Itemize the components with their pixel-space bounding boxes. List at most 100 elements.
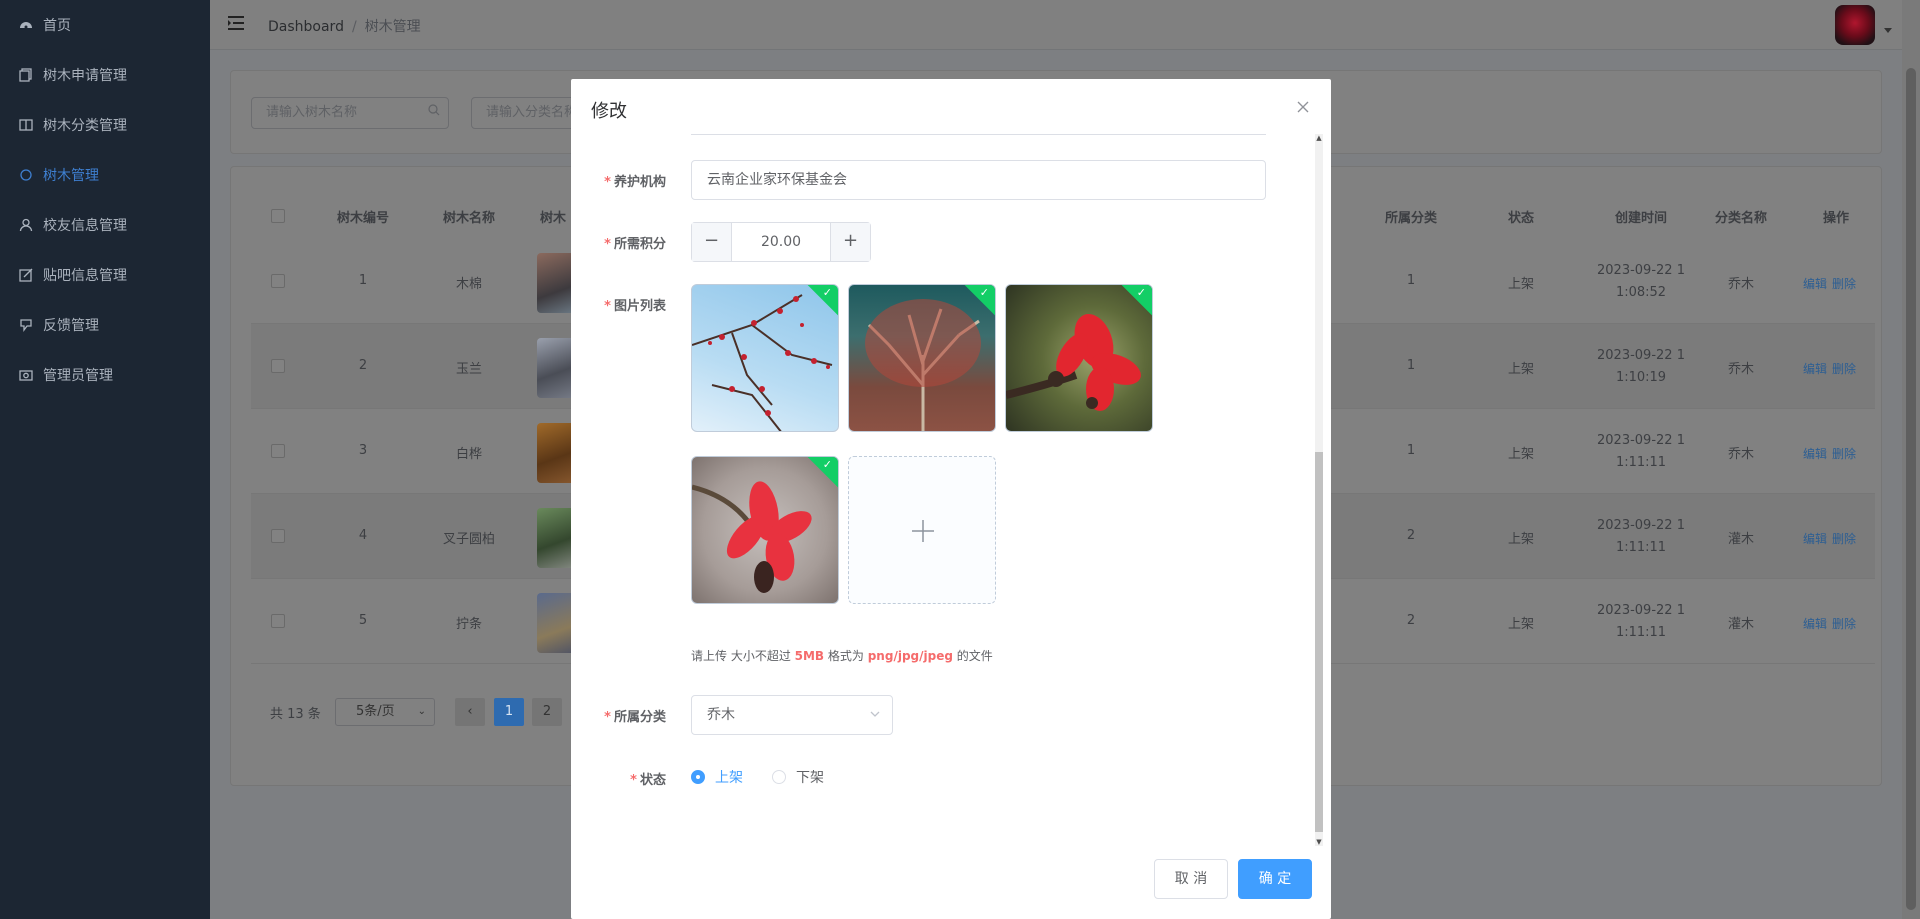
header-tree-id: 树木编号 — [336, 211, 389, 226]
sidebar-item-label: 贴吧信息管理 — [43, 268, 127, 284]
cell-id: 4 — [358, 528, 368, 543]
status-off-label: 下架 — [796, 770, 824, 786]
tree-name-search-input[interactable]: 请输入树木名称 — [251, 97, 449, 129]
row-checkbox[interactable] — [271, 359, 285, 373]
sidebar-item-home[interactable]: 首页 — [0, 0, 210, 50]
cell-name: 白桦 — [455, 447, 482, 462]
decrease-button[interactable]: − — [692, 223, 732, 261]
red-flower-image — [1006, 313, 1141, 411]
dialog-scrollbar-thumb[interactable] — [1315, 452, 1323, 832]
row-checkbox[interactable] — [271, 444, 285, 458]
status-label: * 状态 — [630, 773, 666, 788]
avatar[interactable] — [1835, 5, 1875, 45]
sidebar-item-alumni[interactable]: 校友信息管理 — [0, 200, 210, 250]
delete-link[interactable]: 删除 — [1832, 275, 1856, 292]
cell-category: 1 — [1406, 358, 1416, 373]
delete-link[interactable]: 删除 — [1832, 615, 1856, 632]
kapok-tree-image — [865, 299, 981, 431]
edit-link[interactable]: 编辑 — [1803, 615, 1827, 632]
breadcrumb: Dashboard / 树木管理 — [268, 16, 421, 36]
cell-created-line1: 2023-09-22 1 — [1597, 263, 1685, 278]
sidebar-item-label: 反馈管理 — [43, 318, 99, 334]
cell-created-line1: 2023-09-22 1 — [1597, 518, 1685, 533]
cell-created-line2: 1:11:11 — [1615, 625, 1667, 640]
cell-category: 2 — [1406, 528, 1416, 543]
prev-page-button[interactable]: ‹ — [455, 698, 485, 726]
cancel-button[interactable]: 取 消 — [1154, 859, 1228, 899]
edit-link[interactable]: 编辑 — [1803, 445, 1827, 462]
check-icon: ✓ — [979, 286, 989, 299]
status-off-radio[interactable]: 下架 — [772, 767, 824, 787]
edit-dialog: 修改 * 养护机构 云南企业家环保基金会 * 所需积分 − 20.00 + * 图片列… — [571, 79, 1331, 919]
cell-status: 上架 — [1507, 532, 1534, 547]
category-placeholder: 请输入分类名称 — [486, 105, 578, 120]
sidebar-item-forum[interactable]: 贴吧信息管理 — [0, 250, 210, 300]
delete-link[interactable]: 删除 — [1832, 445, 1856, 462]
images-label: * 图片列表 — [604, 299, 666, 314]
points-stepper[interactable]: − 20.00 + — [691, 222, 871, 262]
chevron-down-icon — [870, 696, 880, 734]
category-select[interactable]: 乔木 — [691, 695, 893, 735]
delete-link[interactable]: 删除 — [1832, 360, 1856, 377]
documents-icon — [19, 68, 33, 82]
header-category-name: 分类名称 — [1714, 211, 1767, 226]
dialog-scrollbar[interactable]: ▲ ▼ — [1315, 134, 1323, 846]
select-all-checkbox[interactable] — [271, 209, 285, 223]
breadcrumb-dashboard[interactable]: Dashboard — [268, 19, 344, 35]
row-checkbox[interactable] — [271, 614, 285, 628]
points-value[interactable]: 20.00 — [732, 223, 830, 261]
sidebar-item-feedback[interactable]: 反馈管理 — [0, 300, 210, 350]
uploaded-image-2[interactable]: ✓ — [848, 284, 996, 432]
breadcrumb-current: 树木管理 — [364, 19, 421, 35]
cell-name: 玉兰 — [455, 362, 482, 377]
edit-link[interactable]: 编辑 — [1803, 275, 1827, 292]
page-size-select[interactable]: 5条/页 ⌄ — [335, 698, 435, 726]
check-icon: ✓ — [822, 286, 832, 299]
plus-icon — [911, 519, 935, 547]
row-checkbox[interactable] — [271, 529, 285, 543]
increase-button[interactable]: + — [830, 223, 870, 261]
cell-category: 1 — [1406, 273, 1416, 288]
delete-link[interactable]: 删除 — [1832, 530, 1856, 547]
cell-id: 3 — [358, 443, 368, 458]
cell-created-line2: 1:10:19 — [1615, 370, 1667, 385]
page-2-button[interactable]: 2 — [532, 698, 562, 726]
cell-name: 叉子圆柏 — [442, 532, 495, 547]
sidebar-item-tree-application[interactable]: 树木申请管理 — [0, 50, 210, 100]
cell-created-line1: 2023-09-22 1 — [1597, 433, 1685, 448]
header-category: 所属分类 — [1384, 211, 1437, 226]
page-scrollbar-thumb[interactable] — [1906, 68, 1916, 910]
cell-category: 1 — [1406, 443, 1416, 458]
close-icon[interactable] — [1295, 99, 1311, 115]
edit-link[interactable]: 编辑 — [1803, 530, 1827, 547]
scroll-up-arrow-icon[interactable]: ▲ — [1315, 134, 1323, 142]
navbar: Dashboard / 树木管理 — [210, 0, 1902, 50]
status-on-radio[interactable]: 上架 — [691, 767, 743, 787]
cell-id: 2 — [358, 358, 368, 373]
scroll-down-arrow-icon[interactable]: ▼ — [1315, 838, 1323, 846]
page-scrollbar[interactable] — [1902, 0, 1920, 919]
uploaded-image-4[interactable]: ✓ — [691, 456, 839, 604]
sidebar-item-admin[interactable]: 管理员管理 — [0, 350, 210, 400]
header-status: 状态 — [1507, 211, 1534, 226]
cell-id: 5 — [358, 613, 368, 628]
search-icon — [428, 98, 440, 128]
sidebar-item-tree-category[interactable]: 树木分类管理 — [0, 100, 210, 150]
row-checkbox[interactable] — [271, 274, 285, 288]
upload-image-button[interactable] — [848, 456, 996, 604]
sidebar-item-label: 树木管理 — [43, 168, 99, 184]
edit-link[interactable]: 编辑 — [1803, 360, 1827, 377]
uploaded-image-1[interactable]: ✓ — [691, 284, 839, 432]
check-icon: ✓ — [822, 458, 832, 471]
uploaded-image-3[interactable]: ✓ — [1005, 284, 1153, 432]
org-input[interactable]: 云南企业家环保基金会 — [691, 160, 1266, 200]
sidebar: 首页 树木申请管理 树木分类管理 树木管理 校友信息管理 贴吧信息管理 反馈管理… — [0, 0, 210, 919]
caret-down-icon[interactable] — [1884, 28, 1892, 33]
confirm-button[interactable]: 确 定 — [1238, 859, 1312, 899]
status-on-label: 上架 — [715, 770, 743, 786]
edit-icon — [19, 268, 33, 282]
sidebar-item-tree-management[interactable]: 树木管理 — [0, 150, 210, 200]
cell-created-line1: 2023-09-22 1 — [1597, 348, 1685, 363]
page-1-button[interactable]: 1 — [494, 698, 524, 726]
hamburger-icon[interactable] — [227, 15, 245, 35]
